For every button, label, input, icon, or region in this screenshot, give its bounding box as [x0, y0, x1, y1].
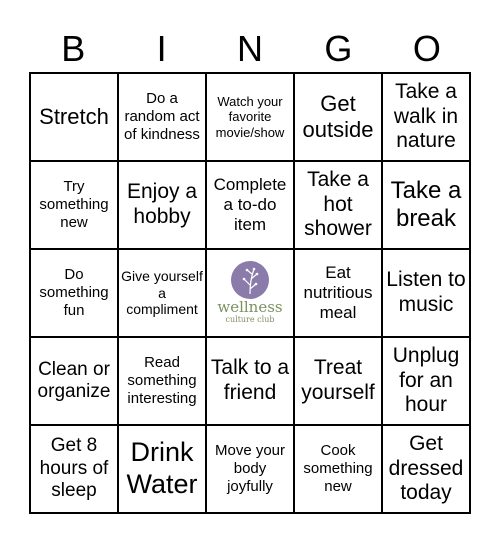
cell-text: Treat yourself [301, 356, 375, 404]
cell-text: Get dressed today [388, 431, 464, 505]
bingo-cell[interactable]: Try something new [30, 161, 118, 249]
bingo-cell[interactable]: Treat yourself [294, 337, 382, 425]
cell-text: Drink Water [126, 437, 198, 499]
bingo-cell[interactable]: Stretch [30, 73, 118, 161]
bingo-cell[interactable]: Get 8 hours of sleep [30, 425, 118, 513]
logo-name: wellness [217, 298, 283, 316]
cell-text: Talk to a friend [210, 356, 290, 404]
bingo-grid: Stretch Do a random act of kindness Watch … [29, 72, 471, 514]
bingo-header: B I N G O [29, 26, 471, 72]
bingo-cell[interactable]: Read something interesting [118, 337, 206, 425]
bingo-cell[interactable]: Listen to music [382, 249, 470, 337]
bingo-cell[interactable]: Get dressed today [382, 425, 470, 513]
cell-text: Cook something new [303, 442, 373, 495]
header-letter: N [237, 28, 264, 69]
wellness-logo: wellness culture club [217, 261, 283, 325]
bingo-cell[interactable]: Give yourself a compliment [118, 249, 206, 337]
cell-text: Watch your favorite movie/show [215, 94, 285, 140]
cell-text: Get outside [302, 91, 374, 142]
header-letter: B [61, 28, 86, 69]
cell-text: Take a break [390, 176, 462, 232]
bingo-cell[interactable]: Unplug for an hour [382, 337, 470, 425]
bingo-cell[interactable]: Complete a to-do item [206, 161, 294, 249]
bingo-cell[interactable]: Move your body joyfully [206, 425, 294, 513]
logo-tagline: culture club [225, 315, 275, 324]
bingo-cell[interactable]: Enjoy a hobby [118, 161, 206, 249]
cell-text: Move your body joyfully [214, 442, 286, 495]
cell-text: Read something interesting [127, 354, 197, 407]
cell-text: Give yourself a compliment [121, 268, 203, 318]
bingo-cell[interactable]: Get outside [294, 73, 382, 161]
bingo-cell[interactable]: Clean or organize [30, 337, 118, 425]
leaf-icon [231, 261, 269, 299]
cell-text: Get 8 hours of sleep [39, 435, 109, 502]
cell-text: Do something fun [39, 266, 109, 319]
cell-text: Unplug for an hour [392, 343, 460, 417]
cell-text: Enjoy a hobby [126, 180, 198, 228]
cell-text: Complete a to-do item [213, 174, 287, 235]
cell-text: Take a walk in nature [393, 79, 459, 153]
bingo-cell[interactable]: Do a random act of kindness [118, 73, 206, 161]
header-letter: G [324, 28, 353, 69]
bingo-cell[interactable]: Eat nutritious meal [294, 249, 382, 337]
bingo-cell[interactable]: Drink Water [118, 425, 206, 513]
header-letter: I [156, 28, 167, 69]
bingo-cell[interactable]: Talk to a friend [206, 337, 294, 425]
cell-text: Do a random act of kindness [124, 90, 200, 143]
cell-text: Listen to music [386, 268, 466, 316]
cell-text: Clean or organize [37, 358, 111, 402]
cell-text: Try something new [39, 178, 109, 231]
cell-text: Stretch [39, 104, 109, 130]
cell-text: Eat nutritious meal [303, 262, 373, 323]
header-letter: O [412, 28, 441, 69]
bingo-cell[interactable]: Watch your favorite movie/show [206, 73, 294, 161]
bingo-cell[interactable]: Cook something new [294, 425, 382, 513]
bingo-cell[interactable]: Take a break [382, 161, 470, 249]
bingo-cell[interactable]: Take a hot shower [294, 161, 382, 249]
cell-text: Take a hot shower [304, 167, 372, 241]
free-space-logo[interactable]: wellness culture club [206, 249, 294, 337]
bingo-cell[interactable]: Do something fun [30, 249, 118, 337]
bingo-cell[interactable]: Take a walk in nature [382, 73, 470, 161]
